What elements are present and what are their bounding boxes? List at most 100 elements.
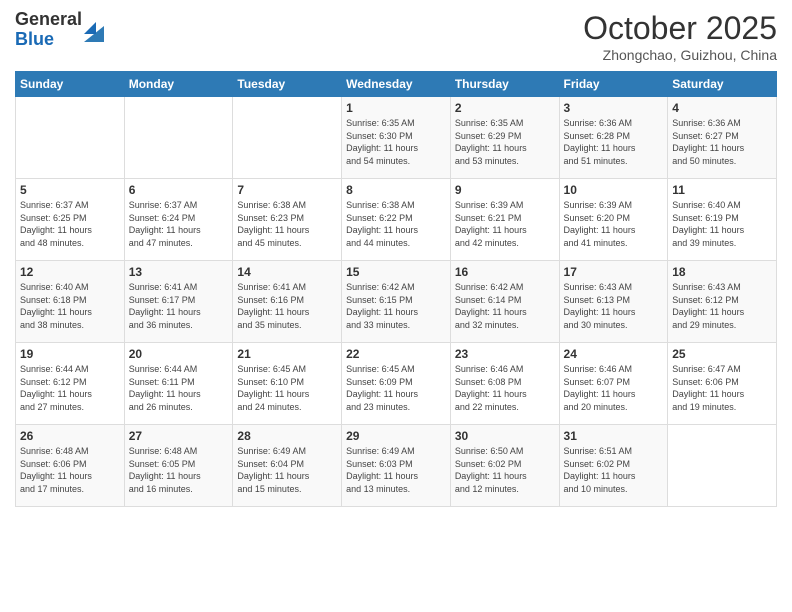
table-row: 3 Sunrise: 6:36 AM Sunset: 6:28 PM Daylig…	[559, 97, 668, 179]
day-info: Sunrise: 6:38 AM Sunset: 6:23 PM Dayligh…	[237, 199, 337, 249]
day-number: 11	[672, 183, 772, 197]
day-info: Sunrise: 6:36 AM Sunset: 6:28 PM Dayligh…	[564, 117, 664, 167]
day-number: 20	[129, 347, 229, 361]
day-info: Sunrise: 6:35 AM Sunset: 6:29 PM Dayligh…	[455, 117, 555, 167]
table-row: 29Sunrise: 6:49 AM Sunset: 6:03 PM Dayli…	[342, 425, 451, 507]
day-info: Sunrise: 6:50 AM Sunset: 6:02 PM Dayligh…	[455, 445, 555, 495]
day-number: 23	[455, 347, 555, 361]
day-info: Sunrise: 6:40 AM Sunset: 6:18 PM Dayligh…	[20, 281, 120, 331]
location-text: Zhongchao, Guizhou, China	[583, 47, 777, 63]
table-row	[16, 97, 125, 179]
day-info: Sunrise: 6:41 AM Sunset: 6:17 PM Dayligh…	[129, 281, 229, 331]
table-row: 2 Sunrise: 6:35 AM Sunset: 6:29 PM Daylig…	[450, 97, 559, 179]
day-number: 22	[346, 347, 446, 361]
day-info: Sunrise: 6:48 AM Sunset: 6:05 PM Dayligh…	[129, 445, 229, 495]
month-title: October 2025	[583, 10, 777, 47]
day-info: Sunrise: 6:42 AM Sunset: 6:14 PM Dayligh…	[455, 281, 555, 331]
calendar-week-5: 26 Sunrise: 6:48 AM Sunset: 6:06 PM Dayli…	[16, 425, 777, 507]
table-row: 21 Sunrise: 6:45 AM Sunset: 6:10 PM Dayli…	[233, 343, 342, 425]
day-info: Sunrise: 6:39 AM Sunset: 6:21 PM Dayligh…	[455, 199, 555, 249]
table-row: 12Sunrise: 6:40 AM Sunset: 6:18 PM Dayli…	[16, 261, 125, 343]
col-tuesday: Tuesday	[233, 72, 342, 97]
table-row: 27 Sunrise: 6:48 AM Sunset: 6:05 PM Dayli…	[124, 425, 233, 507]
page-header: General Blue October 2025 Zhongchao, Gui…	[15, 10, 777, 63]
day-number: 7	[237, 183, 337, 197]
day-number: 16	[455, 265, 555, 279]
day-number: 1	[346, 101, 446, 115]
col-saturday: Saturday	[668, 72, 777, 97]
calendar-week-2: 5 Sunrise: 6:37 AM Sunset: 6:25 PM Daylig…	[16, 179, 777, 261]
page-container: General Blue October 2025 Zhongchao, Gui…	[0, 0, 792, 612]
logo-general-text: General	[15, 10, 82, 30]
table-row: 15Sunrise: 6:42 AM Sunset: 6:15 PM Dayli…	[342, 261, 451, 343]
day-info: Sunrise: 6:48 AM Sunset: 6:06 PM Dayligh…	[20, 445, 120, 495]
day-info: Sunrise: 6:40 AM Sunset: 6:19 PM Dayligh…	[672, 199, 772, 249]
day-number: 28	[237, 429, 337, 443]
day-info: Sunrise: 6:41 AM Sunset: 6:16 PM Dayligh…	[237, 281, 337, 331]
day-info: Sunrise: 6:44 AM Sunset: 6:11 PM Dayligh…	[129, 363, 229, 413]
table-row: 30Sunrise: 6:50 AM Sunset: 6:02 PM Dayli…	[450, 425, 559, 507]
day-number: 5	[20, 183, 120, 197]
table-row: 8 Sunrise: 6:38 AM Sunset: 6:22 PM Daylig…	[342, 179, 451, 261]
day-number: 27	[129, 429, 229, 443]
day-number: 8	[346, 183, 446, 197]
logo: General Blue	[15, 10, 104, 50]
table-row: 11 Sunrise: 6:40 AM Sunset: 6:19 PM Dayli…	[668, 179, 777, 261]
day-info: Sunrise: 6:37 AM Sunset: 6:25 PM Dayligh…	[20, 199, 120, 249]
day-info: Sunrise: 6:36 AM Sunset: 6:27 PM Dayligh…	[672, 117, 772, 167]
day-number: 31	[564, 429, 664, 443]
day-number: 9	[455, 183, 555, 197]
day-number: 6	[129, 183, 229, 197]
title-block: October 2025 Zhongchao, Guizhou, China	[583, 10, 777, 63]
day-info: Sunrise: 6:35 AM Sunset: 6:30 PM Dayligh…	[346, 117, 446, 167]
day-info: Sunrise: 6:46 AM Sunset: 6:07 PM Dayligh…	[564, 363, 664, 413]
table-row: 16 Sunrise: 6:42 AM Sunset: 6:14 PM Dayli…	[450, 261, 559, 343]
day-number: 21	[237, 347, 337, 361]
day-info: Sunrise: 6:44 AM Sunset: 6:12 PM Dayligh…	[20, 363, 120, 413]
day-number: 13	[129, 265, 229, 279]
table-row: 7 Sunrise: 6:38 AM Sunset: 6:23 PM Daylig…	[233, 179, 342, 261]
table-row: 24Sunrise: 6:46 AM Sunset: 6:07 PM Dayli…	[559, 343, 668, 425]
day-number: 10	[564, 183, 664, 197]
day-number: 25	[672, 347, 772, 361]
day-info: Sunrise: 6:38 AM Sunset: 6:22 PM Dayligh…	[346, 199, 446, 249]
day-number: 18	[672, 265, 772, 279]
day-number: 19	[20, 347, 120, 361]
table-row: 17 Sunrise: 6:43 AM Sunset: 6:13 PM Dayli…	[559, 261, 668, 343]
day-number: 2	[455, 101, 555, 115]
day-number: 29	[346, 429, 446, 443]
table-row: 31 Sunrise: 6:51 AM Sunset: 6:02 PM Dayli…	[559, 425, 668, 507]
day-info: Sunrise: 6:37 AM Sunset: 6:24 PM Dayligh…	[129, 199, 229, 249]
day-number: 26	[20, 429, 120, 443]
day-number: 14	[237, 265, 337, 279]
table-row	[124, 97, 233, 179]
col-wednesday: Wednesday	[342, 72, 451, 97]
calendar-table: Sunday Monday Tuesday Wednesday Thursday…	[15, 71, 777, 507]
col-friday: Friday	[559, 72, 668, 97]
table-row: 18Sunrise: 6:43 AM Sunset: 6:12 PM Dayli…	[668, 261, 777, 343]
table-row: 25 Sunrise: 6:47 AM Sunset: 6:06 PM Dayli…	[668, 343, 777, 425]
day-number: 3	[564, 101, 664, 115]
day-info: Sunrise: 6:45 AM Sunset: 6:09 PM Dayligh…	[346, 363, 446, 413]
table-row	[233, 97, 342, 179]
day-info: Sunrise: 6:39 AM Sunset: 6:20 PM Dayligh…	[564, 199, 664, 249]
table-row: 6 Sunrise: 6:37 AM Sunset: 6:24 PM Daylig…	[124, 179, 233, 261]
table-row: 20 Sunrise: 6:44 AM Sunset: 6:11 PM Dayli…	[124, 343, 233, 425]
calendar-week-4: 19 Sunrise: 6:44 AM Sunset: 6:12 PM Dayli…	[16, 343, 777, 425]
logo-icon	[84, 18, 104, 42]
day-number: 17	[564, 265, 664, 279]
table-row: 10 Sunrise: 6:39 AM Sunset: 6:20 PM Dayli…	[559, 179, 668, 261]
col-sunday: Sunday	[16, 72, 125, 97]
table-row: 19 Sunrise: 6:44 AM Sunset: 6:12 PM Dayli…	[16, 343, 125, 425]
day-info: Sunrise: 6:51 AM Sunset: 6:02 PM Dayligh…	[564, 445, 664, 495]
col-thursday: Thursday	[450, 72, 559, 97]
col-monday: Monday	[124, 72, 233, 97]
day-info: Sunrise: 6:45 AM Sunset: 6:10 PM Dayligh…	[237, 363, 337, 413]
table-row: 9 Sunrise: 6:39 AM Sunset: 6:21 PM Daylig…	[450, 179, 559, 261]
table-row: 4Sunrise: 6:36 AM Sunset: 6:27 PM Daylig…	[668, 97, 777, 179]
day-info: Sunrise: 6:46 AM Sunset: 6:08 PM Dayligh…	[455, 363, 555, 413]
day-info: Sunrise: 6:47 AM Sunset: 6:06 PM Dayligh…	[672, 363, 772, 413]
calendar-week-1: 1 Sunrise: 6:35 AM Sunset: 6:30 PM Daylig…	[16, 97, 777, 179]
day-info: Sunrise: 6:43 AM Sunset: 6:13 PM Dayligh…	[564, 281, 664, 331]
table-row: 1 Sunrise: 6:35 AM Sunset: 6:30 PM Daylig…	[342, 97, 451, 179]
